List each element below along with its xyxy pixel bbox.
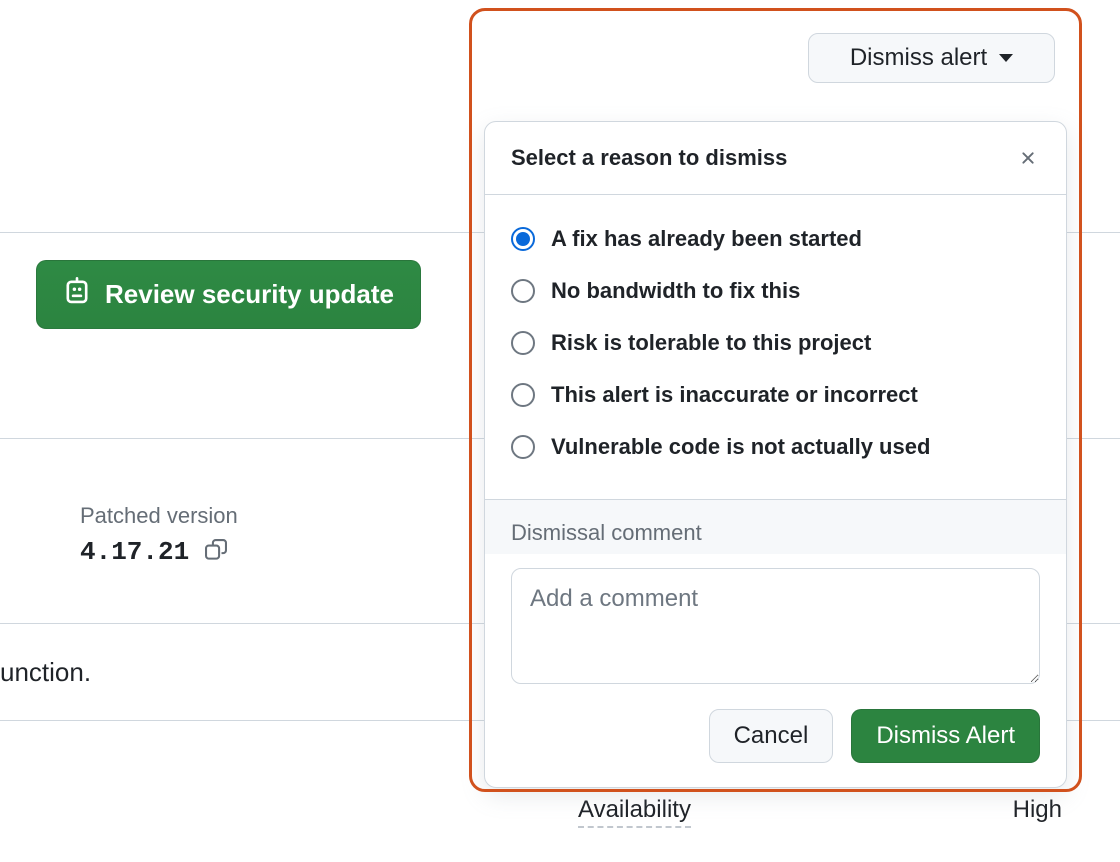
close-button[interactable] xyxy=(1010,140,1046,176)
dismiss-option-risk-tolerable[interactable]: Risk is tolerable to this project xyxy=(511,317,1040,369)
dismiss-reason-options: A fix has already been started No bandwi… xyxy=(485,195,1066,499)
review-security-update-label: Review security update xyxy=(105,279,394,310)
dismiss-option-label: A fix has already been started xyxy=(551,226,862,252)
dismiss-option-no-bandwidth[interactable]: No bandwidth to fix this xyxy=(511,265,1040,317)
dismiss-option-label: Risk is tolerable to this project xyxy=(551,330,871,356)
dismiss-option-label: No bandwidth to fix this xyxy=(551,278,800,304)
dismiss-alert-dropdown-button[interactable]: Dismiss alert xyxy=(808,33,1055,83)
cvss-availability-label: Availability xyxy=(578,796,691,828)
cvss-availability-value: High xyxy=(1013,796,1062,828)
dismissal-comment-label: Dismissal comment xyxy=(511,520,1040,546)
patched-version-value: 4.17.21 xyxy=(80,537,189,567)
dismiss-alert-label: Dismiss alert xyxy=(850,44,987,72)
radio-icon xyxy=(511,435,535,459)
patched-version-label: Patched version xyxy=(80,503,238,529)
cancel-button[interactable]: Cancel xyxy=(709,709,834,763)
dismiss-option-not-used[interactable]: Vulnerable code is not actually used xyxy=(511,421,1040,473)
dismiss-option-label: Vulnerable code is not actually used xyxy=(551,434,930,460)
dismiss-option-inaccurate[interactable]: This alert is inaccurate or incorrect xyxy=(511,369,1040,421)
radio-icon xyxy=(511,227,535,251)
review-security-update-button[interactable]: Review security update xyxy=(36,260,421,329)
copy-icon-button[interactable] xyxy=(201,535,231,568)
close-icon xyxy=(1018,148,1038,168)
dismiss-option-label: This alert is inaccurate or incorrect xyxy=(551,382,918,408)
dismiss-panel-title: Select a reason to dismiss xyxy=(511,145,787,171)
radio-icon xyxy=(511,279,535,303)
radio-icon xyxy=(511,331,535,355)
dismiss-option-fix-started[interactable]: A fix has already been started xyxy=(511,213,1040,265)
dismissal-comment-input[interactable] xyxy=(511,568,1040,684)
radio-icon xyxy=(511,383,535,407)
dismiss-reason-panel: Select a reason to dismiss A fix has alr… xyxy=(484,121,1067,788)
copy-icon xyxy=(205,539,227,561)
caret-down-icon xyxy=(999,54,1013,62)
bot-icon xyxy=(63,277,91,312)
dismiss-alert-submit-button[interactable]: Dismiss Alert xyxy=(851,709,1040,763)
body-text-fragment: unction. xyxy=(0,657,91,688)
